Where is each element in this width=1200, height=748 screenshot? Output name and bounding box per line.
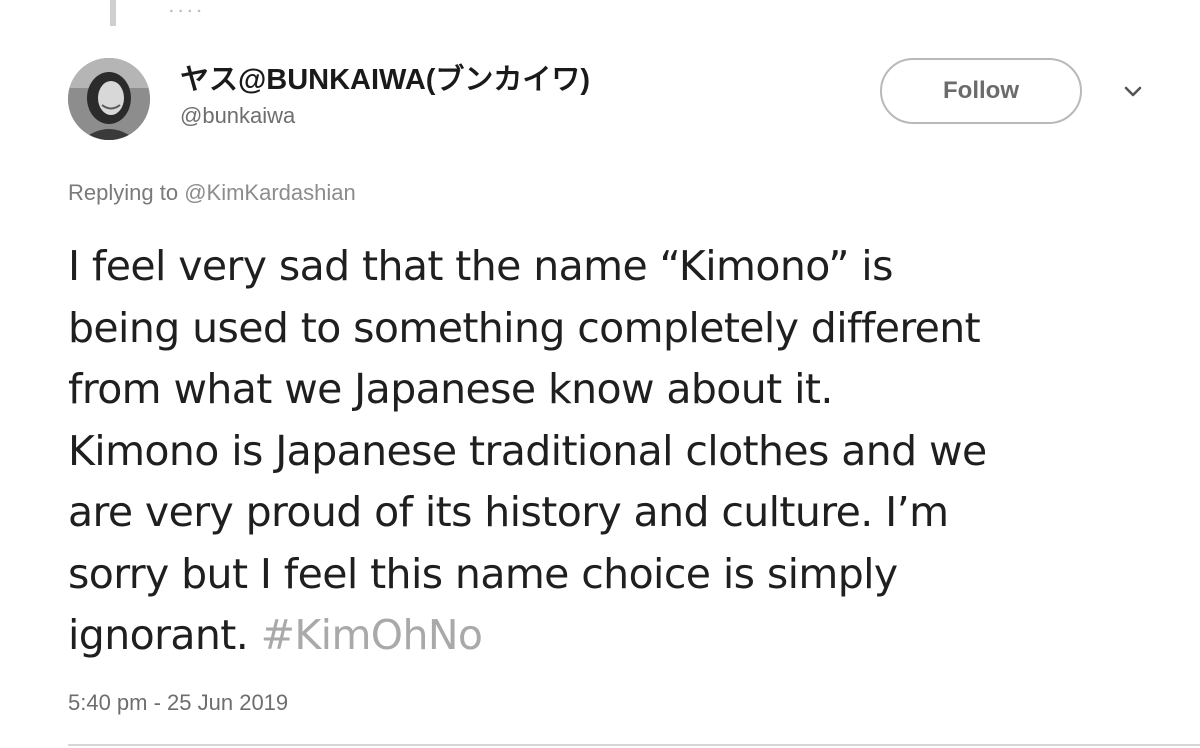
tweet-text-last-line: ignorant. #KimOhNo bbox=[68, 605, 1178, 667]
hashtag-link[interactable]: #KimOhNo bbox=[261, 611, 483, 659]
tweet-body: I feel very sad that the name “Kimono” i… bbox=[68, 236, 1178, 667]
tweet-text-line: sorry but I feel this name choice is sim… bbox=[68, 549, 898, 598]
replying-to-label: Replying to bbox=[68, 180, 179, 205]
previous-tweet-fragment: ̣ ̣ ̣ ̣ bbox=[180, 0, 210, 15]
replying-to-line: Replying to @KimKardashian bbox=[68, 180, 356, 206]
replying-to-mention-link[interactable]: @KimKardashian bbox=[184, 180, 356, 205]
divider bbox=[68, 744, 1200, 746]
tweet-text-line: I feel very sad that the name “Kimono” i… bbox=[68, 242, 893, 290]
tweet-text-line: ignorant. bbox=[68, 611, 261, 659]
tweet-timestamp[interactable]: 5:40 pm - 25 Jun 2019 bbox=[68, 690, 288, 716]
tweet-text-line: Kimono is Japanese traditional clothes a… bbox=[68, 426, 987, 475]
tweet-text-line: being used to something completely diffe… bbox=[68, 303, 981, 352]
author-handle[interactable]: @bunkaiwa bbox=[180, 103, 295, 129]
author-display-name[interactable]: ヤス@BUNKAIWA(ブンカイワ) bbox=[180, 56, 590, 98]
follow-button[interactable]: Follow bbox=[880, 58, 1082, 124]
thread-connector-line bbox=[110, 0, 116, 26]
tweet-text-line: from what we Japanese know about it. bbox=[68, 365, 833, 413]
tweet-text-line: are very proud of its history and cultur… bbox=[68, 488, 949, 536]
chevron-down-icon[interactable] bbox=[1120, 82, 1146, 102]
avatar-photo bbox=[68, 58, 150, 140]
avatar[interactable] bbox=[68, 58, 150, 140]
